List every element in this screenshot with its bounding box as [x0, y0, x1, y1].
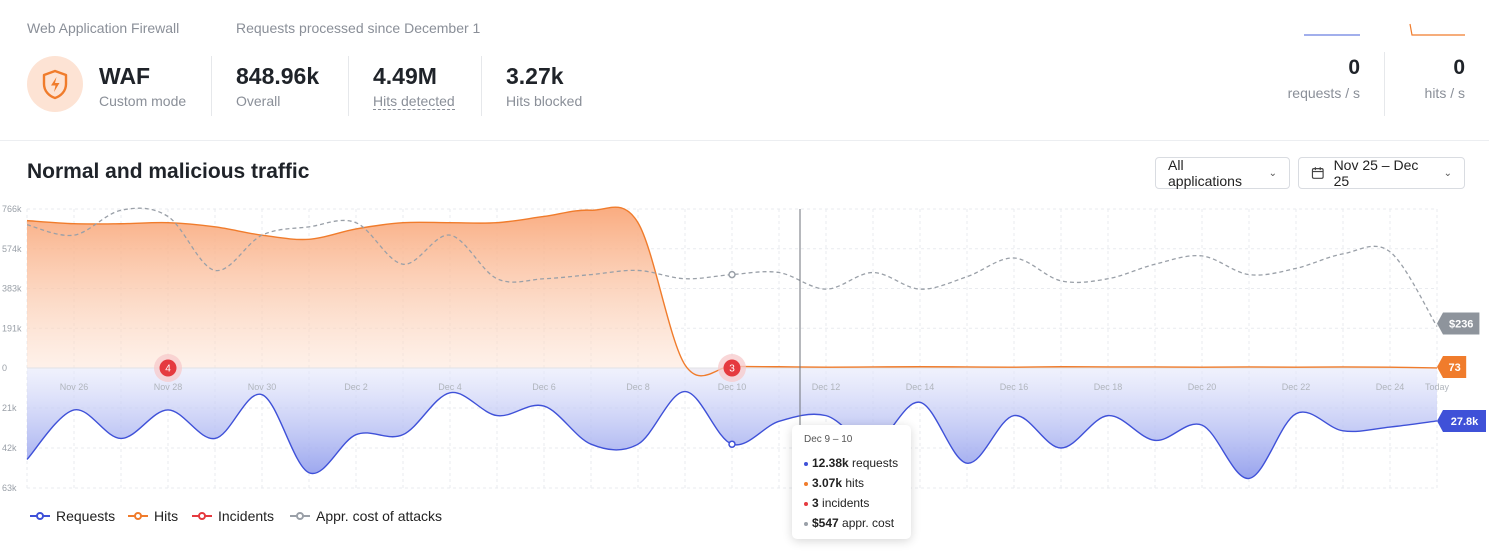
legend-cost[interactable]: Appr. cost of attacks	[290, 508, 442, 524]
hits-end-value: 73	[1448, 362, 1460, 374]
chart-tooltip: Dec 9 – 10 12.38k requests 3.07k hits 3 …	[792, 425, 911, 539]
traffic-chart[interactable]: 766k 574k 383k 191k 0 21k 42k 63k Nov 26 Nov 28 No…	[0, 200, 1489, 500]
hits-detected-link[interactable]: Hits detected	[373, 93, 455, 110]
applications-dropdown[interactable]: All applications ⌄	[1155, 157, 1290, 189]
waf-title: WAF	[99, 63, 151, 89]
tooltip-title: Dec 9 – 10	[804, 434, 853, 445]
cost-point	[728, 270, 736, 279]
legend-requests-icon	[30, 512, 50, 520]
date-range-value: Nov 25 – Dec 25	[1333, 157, 1419, 189]
requests-point	[728, 440, 736, 448]
legend-hits[interactable]: Hits	[128, 508, 178, 524]
applications-dropdown-value: All applications	[1168, 157, 1242, 189]
hits-per-sec-value: 0	[1453, 56, 1465, 79]
dot-icon	[804, 461, 808, 466]
waf-mode: Custom mode	[99, 93, 187, 109]
hits-per-sec-label: hits / s	[1424, 85, 1465, 101]
x-tick-label: Dec 20	[1188, 382, 1217, 392]
y-tick-label: 574k	[2, 244, 22, 254]
y-tick-label: 42k	[2, 443, 17, 453]
legend-cost-icon	[290, 512, 310, 520]
x-tick-label: Dec 14	[906, 382, 935, 392]
calendar-icon	[1311, 167, 1324, 179]
x-tick-label: Dec 24	[1376, 382, 1405, 392]
y-tick-label: 21k	[2, 403, 17, 413]
dot-icon	[804, 521, 808, 526]
tooltip-row-hits: 3.07k hits	[804, 476, 864, 490]
overall-label: Overall	[236, 93, 281, 109]
x-tick-label: Dec 2	[344, 382, 368, 392]
x-tick-label: Dec 4	[438, 382, 462, 392]
hits-blocked-value: 3.27k	[506, 63, 564, 89]
tooltip-row-incidents: 3 incidents	[804, 496, 869, 510]
x-tick-label: Dec 12	[812, 382, 841, 392]
hits-blocked-label: Hits blocked	[506, 93, 583, 109]
y-tick-label: 766k	[2, 204, 22, 214]
legend-requests-label: Requests	[56, 508, 116, 524]
x-tick-label: Dec 16	[1000, 382, 1029, 392]
cost-end-value: $236	[1449, 318, 1473, 330]
x-tick-label: Nov 26	[60, 382, 89, 392]
tooltip-row-requests: 12.38k requests	[804, 456, 898, 470]
y-tick-label: 383k	[2, 284, 22, 294]
hits-area	[27, 207, 1437, 376]
x-tick-label: Dec 6	[532, 382, 556, 392]
x-tick-label: Nov 28	[154, 382, 183, 392]
y-tick-label: 0	[2, 363, 7, 373]
y-tick-label: 63k	[2, 483, 17, 493]
x-tick-label: Today	[1425, 382, 1450, 392]
dot-icon	[804, 501, 808, 506]
hits-detected-value: 4.49M	[373, 63, 437, 89]
chevron-down-icon: ⌄	[1443, 167, 1452, 179]
requests-end-value: 27.8k	[1451, 416, 1479, 428]
since-label: Requests processed since December 1	[236, 20, 481, 36]
x-tick-label: Nov 30	[248, 382, 277, 392]
x-tick-label: Dec 18	[1094, 382, 1123, 392]
section-title: Normal and malicious traffic	[27, 160, 310, 183]
y-tick-label: 191k	[2, 323, 22, 333]
legend-hits-icon	[128, 512, 148, 520]
live-sparklines	[1304, 23, 1465, 36]
requests-per-sec-label: requests / s	[1287, 85, 1360, 101]
x-tick-label: Dec 10	[718, 382, 747, 392]
x-tick-label: Dec 22	[1282, 382, 1311, 392]
legend-cost-label: Appr. cost of attacks	[316, 508, 443, 524]
legend-incidents-label: Incidents	[218, 508, 275, 524]
chevron-down-icon: ⌄	[1268, 167, 1277, 179]
legend-requests[interactable]: Requests	[30, 508, 115, 524]
incident-count: 4	[165, 364, 171, 375]
legend-hits-label: Hits	[154, 508, 179, 524]
legend-incidents-icon	[192, 512, 212, 520]
overall-value: 848.96k	[236, 63, 320, 89]
incident-count: 3	[729, 364, 735, 375]
legend-incidents[interactable]: Incidents	[192, 508, 274, 524]
dot-icon	[804, 481, 808, 486]
x-tick-label: Dec 8	[626, 382, 650, 392]
requests-per-sec-value: 0	[1348, 56, 1360, 79]
waf-shield-icon	[27, 56, 83, 112]
tooltip-row-cost: $547 appr. cost	[804, 516, 894, 530]
date-range-picker[interactable]: Nov 25 – Dec 25 ⌄	[1298, 157, 1465, 189]
app-label: Web Application Firewall	[27, 20, 180, 36]
